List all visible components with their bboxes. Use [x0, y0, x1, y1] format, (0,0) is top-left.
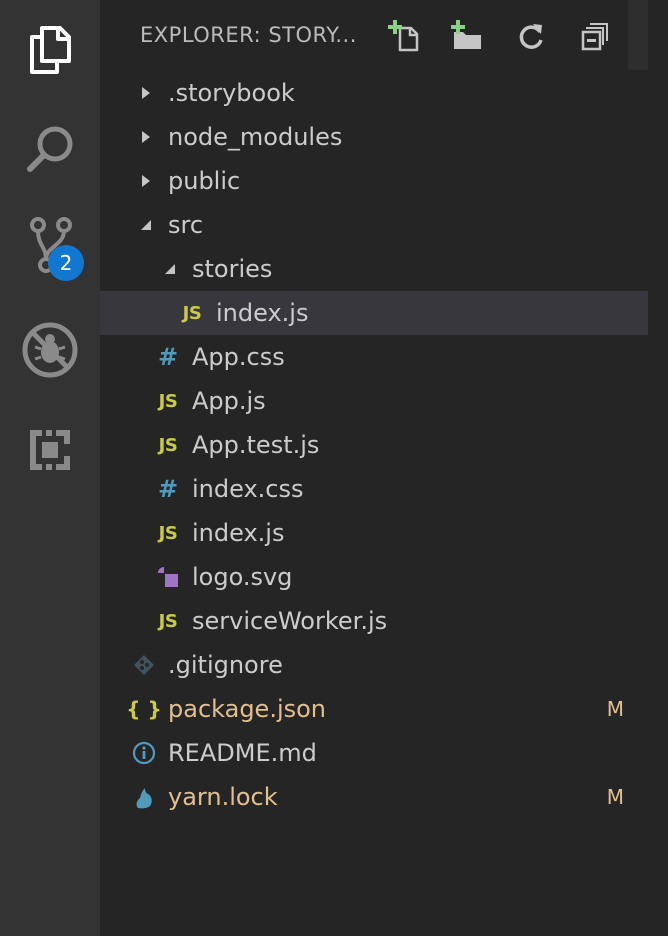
tree-item-label: .gitignore	[168, 651, 283, 679]
file-tree: .storybook node_modules public src stori…	[100, 71, 648, 819]
new-folder-button[interactable]	[449, 18, 485, 54]
tree-item-label: node_modules	[168, 123, 343, 151]
activity-explorer[interactable]	[0, 0, 100, 100]
collapse-all-button[interactable]	[578, 18, 614, 54]
tree-item-yarn-lock[interactable]: yarn.lock M	[100, 775, 648, 819]
js-file-icon: JS	[182, 302, 202, 324]
chevron-expanded-icon[interactable]	[162, 261, 178, 277]
tree-item-label: yarn.lock	[168, 783, 278, 811]
tree-item-app-css[interactable]: # App.css	[100, 335, 648, 379]
chevron-expanded-icon[interactable]	[138, 217, 154, 233]
chevron-right-icon[interactable]	[138, 129, 154, 145]
json-file-icon: { }	[126, 697, 162, 721]
tree-item-label: .storybook	[168, 79, 295, 107]
activity-bar: 2	[0, 0, 100, 936]
tree-item-storybook[interactable]: .storybook	[100, 71, 648, 115]
tree-item-label: index.js	[192, 519, 285, 547]
activity-extensions[interactable]	[0, 400, 100, 500]
activity-search[interactable]	[0, 100, 100, 200]
tree-item-label: stories	[192, 255, 273, 283]
files-icon	[30, 26, 71, 74]
tree-item-label: package.json	[168, 695, 327, 723]
source-control-badge: 2	[48, 245, 84, 281]
tree-item-stories[interactable]: stories	[100, 247, 648, 291]
new-folder-icon	[451, 20, 481, 49]
js-file-icon: JS	[158, 522, 178, 544]
collapse-all-icon	[581, 23, 608, 51]
new-file-button[interactable]	[386, 18, 422, 54]
tree-item-public[interactable]: public	[100, 159, 648, 203]
tree-item-stories-index-js[interactable]: JS index.js	[100, 291, 648, 335]
search-icon	[27, 126, 73, 172]
debug-disabled-icon	[22, 322, 78, 378]
tree-item-label: index.css	[192, 475, 304, 503]
chevron-right-icon[interactable]	[138, 85, 154, 101]
vscode-window: 2 EXPLORER: STORY... .storybook node_mod…	[0, 0, 668, 936]
tree-item-label: logo.svg	[192, 563, 293, 591]
tree-item-label: public	[168, 167, 241, 195]
tree-item-label: App.test.js	[192, 431, 320, 459]
tree-item-label: README.md	[168, 739, 317, 767]
explorer-title: EXPLORER: STORY...	[140, 23, 357, 47]
new-file-icon	[388, 20, 419, 52]
tree-item-label: App.css	[192, 343, 285, 371]
tree-item-readme-md[interactable]: README.md	[100, 731, 648, 775]
activity-debug[interactable]	[0, 300, 100, 400]
js-file-icon: JS	[158, 390, 178, 412]
js-file-icon: JS	[158, 610, 178, 632]
explorer-header: EXPLORER: STORY...	[100, 0, 648, 72]
tree-item-package-json[interactable]: { } package.json M	[100, 687, 648, 731]
explorer-sidebar: EXPLORER: STORY... .storybook node_modul…	[100, 0, 648, 936]
tree-item-label: src	[168, 211, 204, 239]
tree-item-index-js[interactable]: JS index.js	[100, 511, 648, 555]
svg-file-icon	[156, 564, 180, 590]
refresh-icon	[519, 24, 543, 49]
css-file-icon: #	[157, 343, 179, 371]
refresh-button[interactable]	[513, 18, 549, 54]
yarn-icon	[132, 784, 156, 810]
tree-item-src[interactable]: src	[100, 203, 648, 247]
tree-item-gitignore[interactable]: .gitignore	[100, 643, 648, 687]
git-file-icon	[132, 652, 156, 678]
tree-item-logo-svg[interactable]: logo.svg	[100, 555, 648, 599]
extensions-icon	[30, 430, 70, 470]
tree-item-app-js[interactable]: JS App.js	[100, 379, 648, 423]
activity-source-control[interactable]: 2	[0, 195, 100, 295]
tree-item-index-css[interactable]: # index.css	[100, 467, 648, 511]
git-status-modified: M	[606, 697, 624, 721]
tree-item-label: serviceWorker.js	[192, 607, 388, 635]
git-status-modified: M	[606, 785, 624, 809]
tree-item-node-modules[interactable]: node_modules	[100, 115, 648, 159]
css-file-icon: #	[157, 475, 179, 503]
chevron-right-icon[interactable]	[138, 173, 154, 189]
tree-item-label: App.js	[192, 387, 266, 415]
tree-item-service-worker-js[interactable]: JS serviceWorker.js	[100, 599, 648, 643]
tree-item-app-test-js[interactable]: JS App.test.js	[100, 423, 648, 467]
js-file-icon: JS	[158, 434, 178, 456]
tree-item-label: index.js	[216, 299, 309, 327]
info-icon	[132, 740, 156, 766]
